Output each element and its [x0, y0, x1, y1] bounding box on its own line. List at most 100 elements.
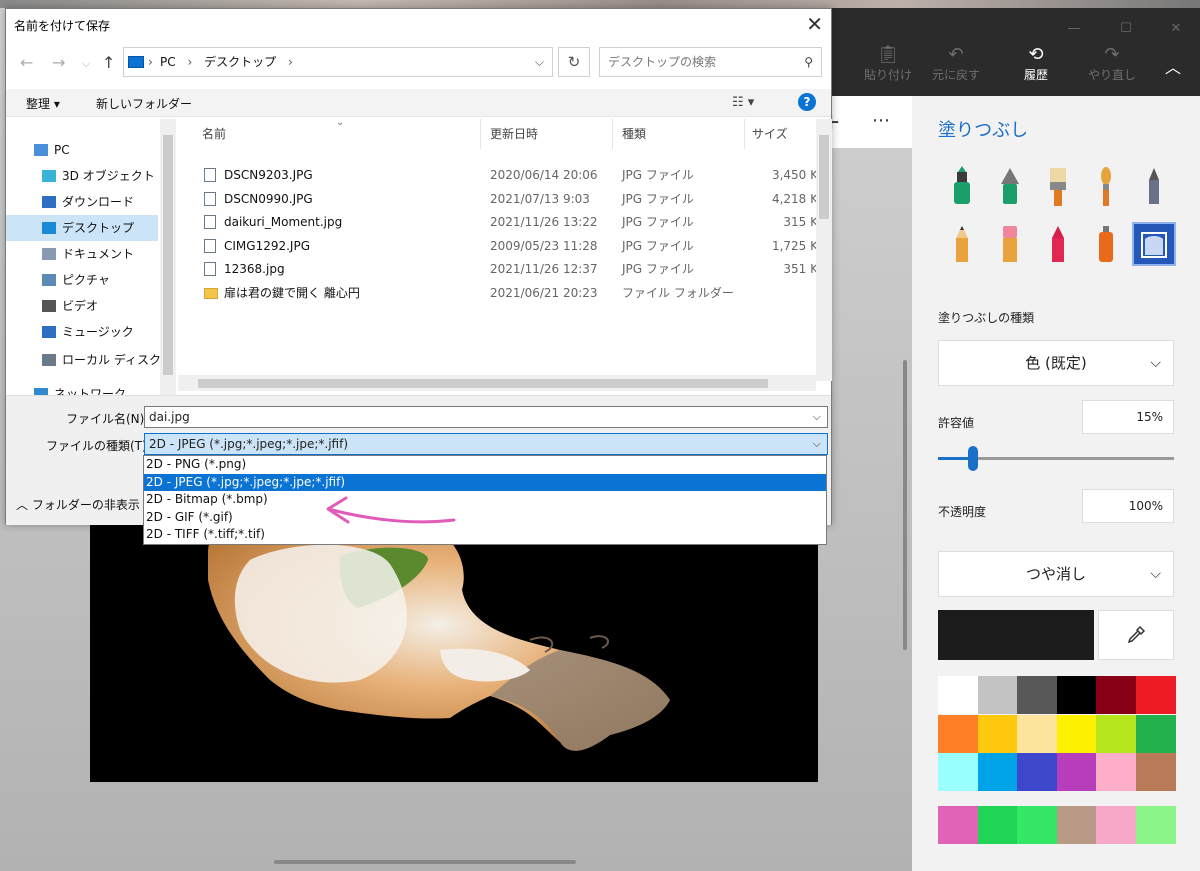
address-bar[interactable]: › PC › デスクトップ › ⌵ [123, 47, 553, 77]
custom-color-swatch[interactable] [1096, 806, 1136, 844]
canvas-horizontal-scrollbar[interactable] [274, 860, 576, 864]
fill-type-dropdown[interactable]: 色 (既定) ⌵ [938, 340, 1174, 386]
hide-folders-button[interactable]: ︿ フォルダーの非表示 [16, 496, 140, 513]
maximize-button[interactable]: ☐ [1106, 18, 1146, 40]
watercolor-brush-button[interactable] [1084, 164, 1128, 208]
undo-button[interactable]: ↶ 元に戻す [924, 44, 988, 83]
filetype-option[interactable]: 2D - TIFF (*.tiff;*.tif) [144, 526, 826, 544]
close-icon[interactable]: ✕ [806, 12, 823, 36]
custom-color-swatch[interactable] [1017, 806, 1057, 844]
color-swatch[interactable] [1056, 714, 1097, 753]
custom-color-swatch[interactable] [977, 806, 1018, 844]
file-list-horizontal-scrollbar[interactable] [178, 375, 816, 391]
filename-input[interactable]: dai.jpg ⌵ [144, 406, 828, 428]
opacity-input[interactable]: 100% [1082, 489, 1174, 523]
color-swatch[interactable] [977, 714, 1018, 753]
custom-color-swatch[interactable] [938, 806, 978, 844]
breadcrumb-desktop[interactable]: デスクトップ [204, 55, 276, 69]
color-swatch[interactable] [1096, 714, 1136, 753]
color-swatch[interactable] [1096, 753, 1136, 791]
filetype-option[interactable]: 2D - JPEG (*.jpg;*.jpeg;*.jpe;*.jfif) [144, 473, 826, 492]
color-swatch[interactable] [1135, 676, 1176, 714]
file-row[interactable]: 12368.jpg 2021/11/26 12:37 JPG ファイル 351 K [178, 257, 816, 281]
column-name-header[interactable]: 名前 [202, 125, 226, 142]
color-swatch[interactable] [1017, 714, 1057, 753]
color-swatch[interactable] [1017, 753, 1057, 791]
scrollbar-thumb[interactable] [819, 135, 829, 219]
address-dropdown-icon[interactable]: ⌵ [535, 48, 544, 76]
filetype-option[interactable]: 2D - GIF (*.gif) [144, 509, 826, 527]
file-row[interactable]: daikuri_Moment.jpg 2021/11/26 13:22 JPG ファ… [178, 210, 816, 234]
column-divider[interactable] [612, 119, 613, 149]
file-list-vertical-scrollbar[interactable] [816, 119, 832, 381]
custom-color-swatch[interactable] [1056, 806, 1097, 844]
organize-button[interactable]: 整理 ▾ [26, 95, 60, 112]
column-type-header[interactable]: 種類 [622, 125, 646, 142]
sidebar-item-disk[interactable]: ローカル ディスク (C [6, 347, 176, 373]
sidebar-item-video[interactable]: ビデオ [6, 293, 158, 319]
file-row[interactable]: CIMG1292.JPG 2009/05/23 11:28 JPG ファイル 1,72… [178, 234, 816, 258]
view-options-icon[interactable]: ☷ ▾ [732, 95, 754, 110]
oil-brush-button[interactable] [1036, 164, 1080, 208]
color-swatch[interactable] [1135, 714, 1176, 753]
sidebar-item-document[interactable]: ドキュメント [6, 241, 158, 267]
column-modified-header[interactable]: 更新日時 [490, 125, 538, 142]
sidebar-item-pictures[interactable]: ピクチャ [6, 267, 158, 293]
file-row[interactable]: DSCN9203.JPG 2020/06/14 20:06 JPG ファイル 3,45… [178, 163, 816, 187]
color-swatch[interactable] [938, 676, 978, 714]
spray-can-button[interactable] [1084, 222, 1128, 266]
color-swatch[interactable] [1056, 676, 1097, 714]
color-swatch[interactable] [938, 753, 978, 791]
help-icon[interactable]: ? [798, 93, 816, 111]
chevron-down-icon[interactable]: ⌵ [813, 434, 821, 454]
filetype-select[interactable]: 2D - JPEG (*.jpg;*.jpeg;*.jpe;*.jfif) ⌵ [144, 433, 828, 455]
pencil-button[interactable] [940, 222, 984, 266]
eraser-button[interactable] [988, 222, 1032, 266]
sidebar-item-3d-objects[interactable]: 3D オブジェクト [6, 163, 158, 189]
search-input[interactable]: デスクトップの検索 ⚲ [599, 47, 822, 77]
color-swatch[interactable] [1017, 676, 1057, 714]
eyedropper-button[interactable] [1098, 610, 1174, 660]
finish-dropdown[interactable]: つや消し ⌵ [938, 551, 1174, 597]
slider-thumb[interactable] [968, 446, 979, 471]
marker-brush-button[interactable] [940, 164, 984, 208]
up-arrow-icon[interactable]: ↑ [102, 53, 115, 72]
fill-bucket-button[interactable] [1132, 222, 1176, 266]
column-size-header[interactable]: サイズ [752, 125, 788, 142]
close-window-button[interactable]: ✕ [1156, 18, 1196, 40]
breadcrumb-pc[interactable]: PC [160, 55, 176, 69]
tolerance-input[interactable]: 15% [1082, 400, 1174, 434]
column-divider[interactable] [480, 119, 481, 149]
color-swatch[interactable] [1096, 676, 1136, 714]
drawing-canvas[interactable] [90, 520, 818, 782]
scrollbar-thumb[interactable] [198, 379, 768, 388]
new-folder-button[interactable]: 新しいフォルダー [96, 95, 192, 112]
sidebar-item-network[interactable]: ネットワーク [6, 381, 158, 395]
more-options-icon[interactable]: ⋯ [872, 110, 890, 131]
calligraphy-pen-button[interactable] [988, 164, 1032, 208]
redo-button[interactable]: ↷ やり直し [1080, 44, 1144, 83]
back-arrow-icon[interactable]: ← [20, 53, 33, 72]
forward-arrow-icon[interactable]: → [52, 53, 65, 72]
collapse-toolbar-icon[interactable]: ︿ [1158, 54, 1188, 78]
sidebar-item-pc[interactable]: PC [6, 137, 158, 163]
canvas-vertical-scrollbar[interactable] [903, 360, 907, 650]
tolerance-slider[interactable] [938, 446, 1174, 471]
paste-button[interactable]: 📋︎ 貼り付け [856, 44, 920, 83]
filetype-option[interactable]: 2D - Bitmap (*.bmp) [144, 491, 826, 509]
color-swatch[interactable] [977, 753, 1018, 791]
recent-chevron-icon[interactable]: ⌵ [82, 57, 90, 71]
color-swatch[interactable] [938, 714, 978, 753]
filetype-option[interactable]: 2D - PNG (*.png) [144, 456, 826, 474]
sidebar-item-music[interactable]: ミュージック [6, 319, 158, 345]
color-swatch[interactable] [977, 676, 1018, 714]
color-swatch[interactable] [1056, 753, 1097, 791]
sidebar-item-download[interactable]: ダウンロード [6, 189, 158, 215]
crayon-button[interactable] [1036, 222, 1080, 266]
history-button[interactable]: ⟲ 履歴 [1004, 44, 1068, 83]
current-color-swatch[interactable] [938, 610, 1094, 660]
scrollbar-thumb[interactable] [163, 135, 173, 375]
navigation-scrollbar[interactable] [160, 119, 176, 395]
file-row[interactable]: 扉は君の鍵で開く 離心円 2021/06/21 20:23 ファイル フォルダー [178, 281, 816, 305]
pixel-pen-button[interactable] [1132, 164, 1176, 208]
